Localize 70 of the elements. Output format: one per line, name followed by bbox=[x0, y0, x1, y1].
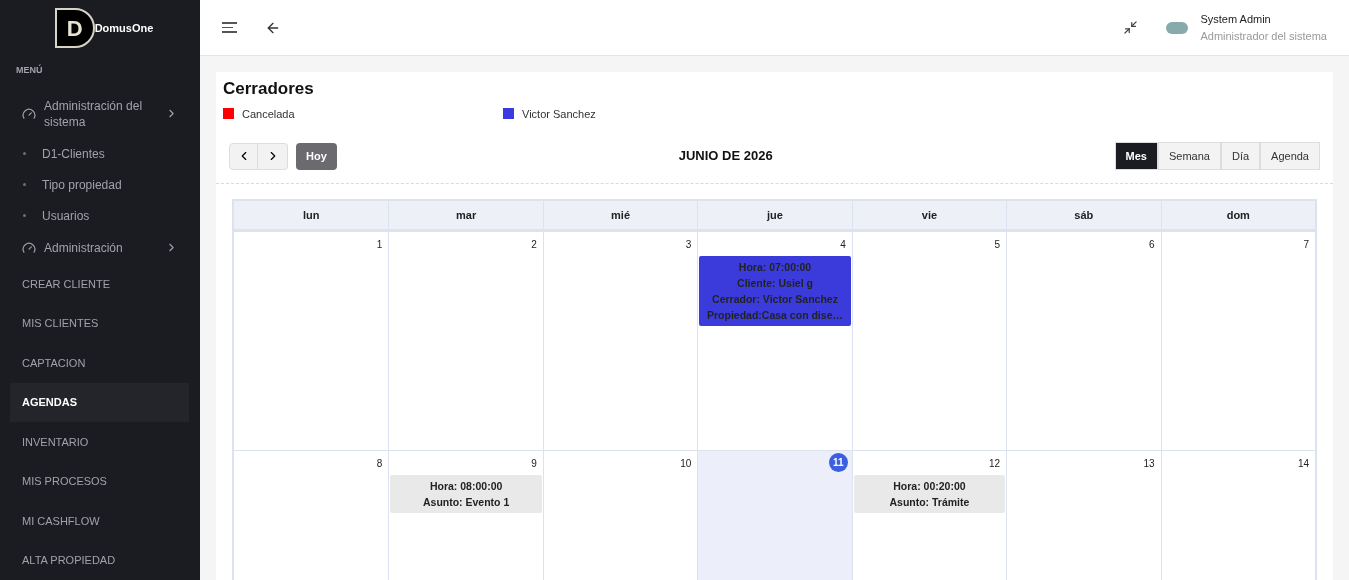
bullet-icon bbox=[23, 183, 26, 186]
weekday-header: mié bbox=[542, 201, 698, 229]
view-tab[interactable]: Mes bbox=[1114, 142, 1158, 170]
sidebar-group-item[interactable]: Administración del sistema bbox=[0, 89, 200, 138]
day-cell[interactable]: 11 bbox=[697, 451, 852, 580]
day-number: 2 bbox=[531, 238, 537, 252]
day-number: 6 bbox=[1149, 238, 1155, 252]
weekday-header: jue bbox=[697, 201, 852, 229]
bullet-icon bbox=[23, 214, 26, 217]
sidebar-link[interactable]: MIS PROCESOS bbox=[10, 462, 189, 501]
logo-icon: D bbox=[54, 8, 95, 48]
event-line: Hora: 07:00:00 bbox=[738, 260, 812, 275]
day-number: 9 bbox=[531, 457, 537, 471]
gauge-icon bbox=[22, 240, 36, 255]
view-tab[interactable]: Agenda bbox=[1260, 142, 1320, 170]
day-number: 8 bbox=[376, 457, 383, 471]
legend-label: Victor Sanchez bbox=[522, 106, 596, 122]
weekday-header: mar bbox=[388, 201, 543, 229]
brand-name: DomusOne bbox=[94, 20, 154, 36]
event-line: Hora: 00:20:00 bbox=[893, 479, 966, 494]
gauge-icon bbox=[22, 106, 36, 121]
day-cell[interactable]: 4 Hora: 07:00:00 Cliente: Usiel g Cerrador: Victor Sanchez Propiedad:Casa con dise… bbox=[697, 232, 852, 450]
sidebar-group-item[interactable]: Administración bbox=[0, 231, 200, 264]
legend-label: Cancelada bbox=[242, 106, 295, 122]
exit-fullscreen-button[interactable] bbox=[1123, 20, 1139, 35]
event-line: Propiedad:Casa con dise… bbox=[707, 308, 843, 323]
weekday-header: lun bbox=[301, 207, 321, 223]
sidebar-link[interactable]: AGENDAS bbox=[10, 383, 189, 422]
event-line: Cliente: Usiel g bbox=[737, 276, 813, 291]
sidebar-subitem[interactable]: Tipo propiedad bbox=[0, 169, 200, 200]
period-title: JUNIO DE 2026 bbox=[678, 147, 773, 166]
menu-button[interactable] bbox=[222, 22, 237, 33]
sidebar-link[interactable]: MIS CLIENTES bbox=[10, 304, 189, 343]
day-number: 7 bbox=[1303, 238, 1309, 252]
view-tab[interactable]: Día bbox=[1220, 142, 1261, 170]
event-line: Cerrador: Victor Sanchez bbox=[712, 292, 838, 307]
sidebar-link[interactable]: INVENTARIO bbox=[10, 422, 189, 461]
weekday-header: dom bbox=[1160, 201, 1315, 229]
day-number: 12 bbox=[989, 457, 1001, 471]
today-button[interactable]: Hoy bbox=[296, 142, 337, 170]
day-number: 3 bbox=[685, 238, 692, 252]
user-role: Administrador del sistema bbox=[1200, 28, 1327, 44]
calendar-event[interactable]: Hora: 00:20:00 Asunto: Trámite bbox=[853, 475, 1006, 513]
day-number: 5 bbox=[994, 238, 1001, 252]
weekday-header: sáb bbox=[1006, 201, 1161, 229]
event-line: Hora: 08:00:00 bbox=[429, 479, 503, 494]
sidebar-link[interactable]: CREAR CLIENTE bbox=[10, 264, 189, 303]
user-name: System Admin bbox=[1200, 12, 1272, 27]
sidebar-link[interactable]: ALTA PROPIEDAD bbox=[10, 541, 189, 580]
page-title: Cerradores bbox=[223, 78, 315, 100]
day-number: 4 bbox=[840, 238, 846, 252]
weekday-header: vie bbox=[851, 201, 1007, 229]
menu-heading: MENÚ bbox=[15, 63, 44, 77]
day-number: 10 bbox=[680, 457, 692, 471]
event-line: Asunto: Evento 1 bbox=[422, 495, 510, 510]
sidebar-subitem[interactable]: Usuarios bbox=[0, 200, 200, 231]
event-line: Asunto: Trámite bbox=[889, 495, 970, 510]
calendar-event[interactable]: Hora: 08:00:00 Asunto: Evento 1 bbox=[390, 475, 542, 513]
day-cell[interactable]: 9 Hora: 08:00:00 Asunto: Evento 1 bbox=[388, 451, 543, 580]
sidebar-link[interactable]: MI CASHFLOW bbox=[10, 501, 189, 540]
day-number: 1 bbox=[376, 238, 383, 252]
sidebar-link[interactable]: CAPTACION bbox=[10, 343, 189, 382]
day-number: 11 bbox=[828, 453, 848, 472]
day-number: 14 bbox=[1297, 457, 1309, 471]
view-tab[interactable]: Semana bbox=[1157, 142, 1221, 170]
minimize-icon bbox=[1123, 20, 1139, 35]
bullet-icon bbox=[23, 152, 26, 155]
day-number: 13 bbox=[1143, 457, 1155, 471]
day-cell[interactable]: 12 Hora: 00:20:00 Asunto: Trámite bbox=[851, 451, 1007, 580]
sidebar-subitem[interactable]: D1-Clientes bbox=[0, 138, 200, 169]
